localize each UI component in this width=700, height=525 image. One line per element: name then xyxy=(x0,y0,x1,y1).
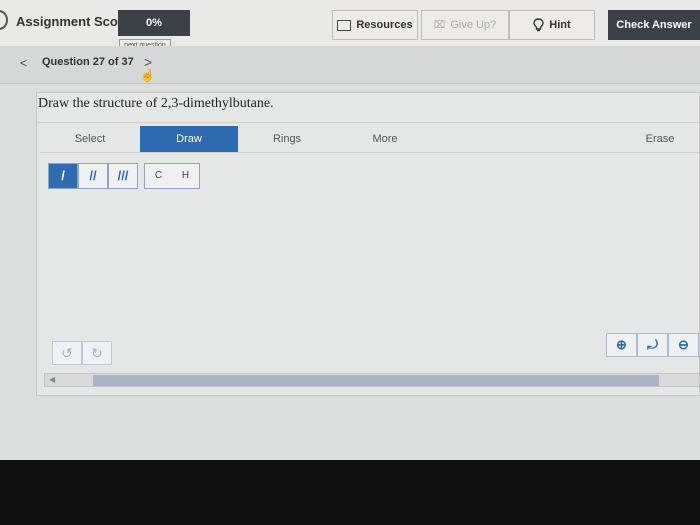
horizontal-scrollbar[interactable]: ◀ xyxy=(44,373,700,387)
hint-label: Hint xyxy=(549,19,571,31)
hydrogen-atom-button[interactable]: H xyxy=(172,164,199,188)
prompt-divider xyxy=(36,122,700,123)
editor-tabs: Select Draw Rings More Erase xyxy=(40,126,700,152)
scroll-left-icon[interactable]: ◀ xyxy=(49,374,55,386)
tabs-divider xyxy=(40,152,700,153)
tab-rings[interactable]: Rings xyxy=(238,126,336,152)
scrollbar-thumb[interactable] xyxy=(93,375,659,386)
question-prompt: Draw the structure of 2,3-dimethylbutane… xyxy=(38,96,274,111)
check-answer-button[interactable]: Check Answer xyxy=(608,10,700,40)
carbon-atom-button[interactable]: C xyxy=(145,164,172,188)
previous-question-button[interactable]: < xyxy=(20,56,27,70)
zoom-controls: ⊕ ⤾ ⊖ xyxy=(606,333,699,357)
double-bond-button[interactable]: // xyxy=(78,163,108,189)
undo-button[interactable]: ↺ xyxy=(52,341,82,365)
resources-label: Resources xyxy=(356,19,413,31)
triple-bond-button[interactable]: /// xyxy=(108,163,138,189)
give-up-icon: ⌧ xyxy=(433,19,446,31)
give-up-button[interactable]: ⌧ Give Up? xyxy=(421,10,509,40)
zoom-out-button[interactable]: ⊖ xyxy=(668,333,699,357)
zoom-in-button[interactable]: ⊕ xyxy=(606,333,637,357)
lightbulb-icon xyxy=(533,18,544,32)
resources-button[interactable]: Resources xyxy=(332,10,418,40)
question-navigation: < Question 27 of 37 > ☝ xyxy=(0,46,700,84)
give-up-label: Give Up? xyxy=(450,19,497,31)
top-toolbar: Assignment Score: 0% Resources ⌧ Give Up… xyxy=(0,0,700,46)
atom-tools: C H xyxy=(144,163,200,189)
tab-draw[interactable]: Draw xyxy=(140,126,238,152)
tab-select[interactable]: Select xyxy=(40,126,140,152)
hint-button[interactable]: Hint xyxy=(509,10,595,40)
folder-icon xyxy=(337,19,352,31)
drawing-canvas[interactable] xyxy=(40,198,700,368)
single-bond-button[interactable]: / xyxy=(48,163,78,189)
bond-tools: / // /// xyxy=(48,163,138,189)
assignment-score-value: 0% xyxy=(118,10,190,36)
assignment-score-label: Assignment Score: xyxy=(16,14,135,29)
page: Assignment Score: 0% Resources ⌧ Give Up… xyxy=(0,0,700,460)
tab-erase[interactable]: Erase xyxy=(620,126,700,152)
question-counter: Question 27 of 37 xyxy=(42,56,134,68)
zoom-reset-button[interactable]: ⤾ xyxy=(637,333,668,357)
hand-cursor-icon: ☝ xyxy=(140,68,155,82)
redo-button[interactable]: ↻ xyxy=(82,341,112,365)
screen-bezel xyxy=(0,460,700,525)
history-controls: ↺ ↻ xyxy=(52,341,112,365)
tab-more[interactable]: More xyxy=(336,126,434,152)
score-progress-icon xyxy=(0,10,8,30)
